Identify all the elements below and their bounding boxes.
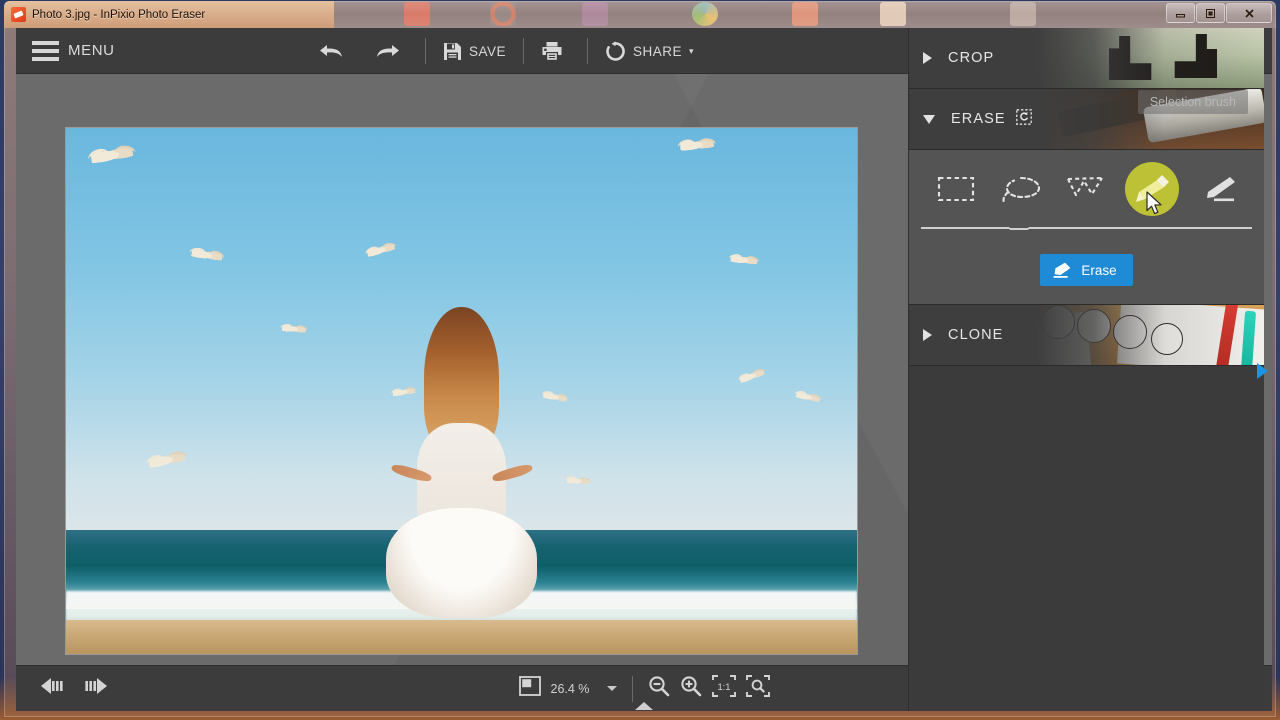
hamburger-icon: [32, 41, 59, 61]
save-label: SAVE: [469, 44, 506, 59]
zoom-level-value: 26.4 %: [551, 682, 597, 696]
close-icon: [1243, 8, 1256, 19]
tool-underline-line: [921, 227, 1252, 229]
section-label-clone: CLONE: [948, 327, 1003, 343]
eraser-brush-tool[interactable]: [1190, 165, 1244, 213]
section-header-clone[interactable]: CLONE: [909, 305, 1264, 366]
rectangle-select-icon: [936, 174, 976, 204]
chevron-down-icon: ▾: [689, 46, 694, 57]
lasso-select-tool[interactable]: [994, 165, 1048, 213]
fit-to-window-icon: [746, 675, 770, 697]
eraser-brush-icon: [1196, 173, 1238, 205]
window-controls: [1166, 3, 1272, 23]
tool-tooltip: Selection brush: [1138, 90, 1248, 114]
seagull: [281, 322, 306, 335]
photo-subject-woman: [382, 307, 540, 612]
undo-button[interactable]: [306, 28, 363, 74]
erase-section-body: Selection brush Erase: [909, 150, 1264, 305]
selection-brush-tool[interactable]: [1125, 165, 1179, 213]
tool-underline-notch: [1009, 219, 1029, 228]
share-label: SHARE: [633, 44, 682, 59]
title-bar: Photo 3.jpg - InPixio Photo Eraser: [4, 1, 1276, 28]
printer-icon: [541, 41, 563, 61]
bottom-expander-button[interactable]: [633, 700, 655, 710]
reset-selection-icon: [1016, 109, 1032, 125]
polygon-lasso-icon: [1064, 174, 1108, 204]
restore-icon: [1205, 8, 1216, 19]
close-button[interactable]: [1226, 3, 1272, 23]
polygon-lasso-tool[interactable]: [1059, 165, 1113, 213]
toolbar-divider: [523, 38, 524, 64]
bottom-expander-triangle-icon: [635, 702, 653, 710]
previous-image-button[interactable]: [38, 677, 68, 700]
zoom-dropdown-caret-icon[interactable]: [607, 686, 617, 691]
chevron-right-icon: [923, 329, 932, 341]
next-image-icon: [80, 677, 110, 695]
erase-button-label: Erase: [1081, 263, 1116, 278]
minimize-icon: [1175, 8, 1186, 19]
actual-size-button[interactable]: 1:1: [712, 675, 736, 702]
magnifier-plus-icon: [680, 675, 702, 697]
selection-brush-icon: [1132, 172, 1172, 206]
menu-button[interactable]: MENU: [32, 41, 115, 61]
collapse-panel-arrow-icon[interactable]: [1257, 363, 1268, 379]
reset-selection-button[interactable]: [1016, 109, 1032, 130]
photo-subject-arm-right: [491, 463, 533, 484]
section-header-crop[interactable]: CROP: [909, 28, 1264, 89]
section-label-crop: CROP: [948, 50, 994, 66]
title-bar-left: Photo 3.jpg - InPixio Photo Eraser: [4, 1, 334, 28]
erase-action-row: Erase: [909, 254, 1264, 286]
share-button[interactable]: SHARE ▾: [593, 28, 706, 74]
window-title: Photo 3.jpg - InPixio Photo Eraser: [32, 9, 205, 21]
minimize-button[interactable]: [1166, 3, 1195, 23]
menu-label: MENU: [68, 42, 115, 59]
previous-image-icon: [38, 677, 68, 695]
photo-subject-skirt: [386, 508, 538, 618]
chevron-down-icon: [923, 115, 935, 124]
toolbar-actions: SAVE: [306, 28, 706, 74]
floppy-disk-icon: [443, 42, 462, 61]
one-to-one-icon: 1:1: [712, 675, 736, 697]
tools-side-panel: CROP ERASE: [908, 28, 1264, 711]
next-image-button[interactable]: [80, 677, 110, 700]
app-eraser-icon: [11, 7, 26, 22]
print-button[interactable]: [529, 28, 582, 74]
application-window: Photo 3.jpg - InPixio Photo Eraser: [4, 1, 1276, 717]
erase-tool-row: [909, 160, 1264, 218]
eraser-icon: [1052, 261, 1072, 279]
toolbar-divider: [587, 38, 588, 64]
zoom-in-button[interactable]: [680, 675, 702, 702]
save-button[interactable]: SAVE: [431, 28, 518, 74]
toolbar-divider: [425, 38, 426, 64]
image-navigation: [38, 677, 110, 700]
seagull: [680, 136, 715, 153]
zoom-preview-icon: [519, 675, 541, 697]
active-tool-indicator: [921, 218, 1252, 232]
erase-button[interactable]: Erase: [1040, 254, 1132, 286]
undo-arrow-icon: [318, 41, 344, 61]
zoom-out-button[interactable]: [648, 675, 670, 702]
lasso-select-icon: [999, 174, 1043, 204]
zoom-preview-button[interactable]: [519, 675, 541, 702]
seagull: [567, 475, 590, 487]
magnifier-minus-icon: [648, 675, 670, 697]
photo-subject-arm-left: [390, 463, 432, 484]
chevron-right-icon: [923, 52, 932, 64]
redo-button[interactable]: [363, 28, 420, 74]
redo-arrow-icon: [375, 41, 401, 61]
fit-to-window-button[interactable]: [746, 675, 770, 702]
rectangle-select-tool[interactable]: [929, 165, 983, 213]
status-divider: [632, 676, 633, 702]
share-circle-icon: [605, 41, 626, 62]
zoom-controls: 26.4 %: [494, 675, 794, 702]
photo-preview[interactable]: [65, 127, 858, 655]
section-label-erase: ERASE: [951, 111, 1006, 127]
actual-size-label: 1:1: [717, 681, 730, 692]
photo-sand: [66, 620, 857, 654]
restore-button[interactable]: [1196, 3, 1225, 23]
